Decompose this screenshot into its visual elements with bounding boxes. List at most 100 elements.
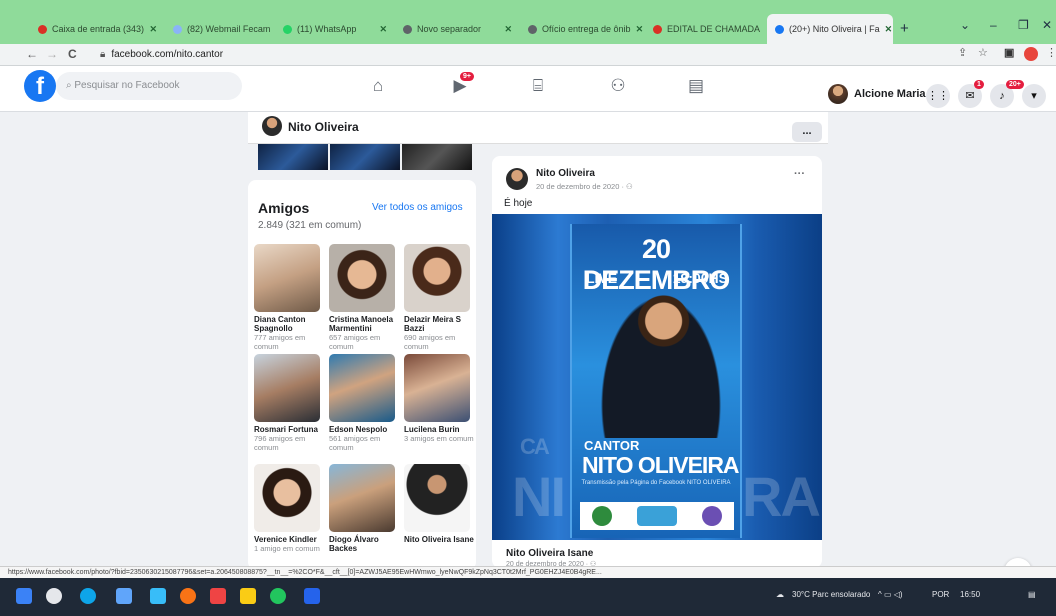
friend-photo[interactable] [329, 354, 395, 422]
facebook-logo[interactable]: f [24, 70, 56, 102]
friend-name[interactable]: Nito Oliveira Isane [404, 535, 474, 544]
post-image[interactable]: NI RA CA 20 DEZEMBRO LIVE 19:00HS CANTOR… [492, 214, 822, 540]
tab-webmail[interactable]: (82) Webmail Fecam✕ [165, 14, 275, 44]
groups-icon[interactable]: ⚇ [604, 76, 632, 100]
menu-icon[interactable]: ⋮ [1046, 46, 1056, 59]
friend-name[interactable]: Lucilena Burin [404, 425, 474, 434]
friend-card[interactable]: Edson Nespolo 561 amigos em comum [329, 354, 399, 462]
tab-oficio[interactable]: Ofício entrega de ônib ✕ [520, 14, 645, 44]
reload-icon[interactable]: C [68, 47, 77, 61]
chrome-icon[interactable] [270, 588, 286, 604]
friend-photo[interactable] [404, 464, 470, 532]
friends-title[interactable]: Amigos [258, 200, 309, 216]
tab-new[interactable]: Novo separador ✕ [395, 14, 520, 44]
friend-mutual: 777 amigos em comum [254, 333, 306, 351]
post-date[interactable]: 20 de dezembro de 2020 · ⚇ [536, 182, 633, 191]
close-tab-icon[interactable]: ✕ [636, 24, 644, 35]
back-icon[interactable]: ← [26, 47, 38, 61]
close-tab-icon[interactable]: ✕ [379, 24, 387, 35]
poster-subtitle: Transmissão pela Página do Facebook NITO… [581, 480, 731, 486]
close-tab-icon[interactable]: ✕ [149, 24, 157, 35]
post-avatar[interactable] [506, 168, 528, 190]
address-bar-row: ← → C 🔒︎ facebook.com/nito.cantor ⇪ ☆ ▣ ⋮ [0, 44, 1056, 66]
globe-icon [403, 24, 412, 34]
menu-grid-icon[interactable]: ⋮⋮ [926, 84, 950, 108]
post-menu-button[interactable]: ··· [794, 168, 805, 180]
account-dropdown-icon[interactable]: ▾ [1022, 84, 1046, 108]
friend-photo[interactable] [404, 354, 470, 422]
word-icon[interactable] [304, 588, 320, 604]
see-all-friends-link[interactable]: Ver todos os amigos [372, 202, 463, 213]
close-tab-icon[interactable]: ✕ [504, 24, 512, 35]
friend-card[interactable]: Verenice Kindler 1 amigo em comum [254, 464, 324, 572]
clock[interactable]: 16:50 [960, 590, 980, 599]
star-icon[interactable]: ☆ [978, 46, 988, 59]
photo-thumb[interactable] [402, 144, 472, 170]
forward-icon[interactable]: → [46, 47, 58, 61]
friend-photo[interactable] [254, 244, 320, 312]
new-tab-button[interactable]: + [900, 20, 909, 37]
friend-card[interactable]: Diogo Álvaro Backes [329, 464, 399, 572]
mail-icon[interactable] [116, 588, 132, 604]
tab-facebook[interactable]: (20+) Nito Oliveira | Fa ✕ [767, 14, 893, 44]
friend-name[interactable]: Delazir Meira S Bazzi [404, 315, 474, 333]
sponsor-logo [636, 506, 677, 526]
friend-card[interactable]: Nito Oliveira Isane [404, 464, 474, 572]
tab-gmail[interactable]: Caixa de entrada (343) ✕ [30, 14, 165, 44]
friend-name[interactable]: Diogo Álvaro Backes [329, 535, 399, 553]
language-indicator[interactable]: POR [932, 590, 949, 599]
webmail-icon [173, 24, 182, 34]
firefox-icon[interactable] [180, 588, 196, 604]
post-author[interactable]: Nito Oliveira [536, 168, 595, 179]
friend-photo[interactable] [404, 244, 470, 312]
friend-photo[interactable] [329, 464, 395, 532]
tab-whatsapp[interactable]: (11) WhatsApp ✕ [275, 14, 395, 44]
tab-label: Ofício entrega de ônib [542, 24, 631, 34]
profile-name[interactable]: Nito Oliveira [288, 120, 359, 134]
friend-photo[interactable] [254, 354, 320, 422]
profile-icon[interactable] [1024, 47, 1038, 61]
weather-icon[interactable]: ☁ [776, 590, 784, 599]
marketplace-icon[interactable]: ⌸ [524, 76, 552, 100]
friend-card[interactable]: Cristina Manoela Marmentini 657 amigos em… [329, 244, 399, 352]
profile-button[interactable]: Alcione Maria [828, 84, 926, 104]
tab-edital[interactable]: EDITAL DE CHAMADA✕ [645, 14, 765, 44]
windows-start-icon[interactable] [16, 588, 32, 604]
friend-name[interactable]: Rosmari Fortuna [254, 425, 324, 434]
friend-name[interactable]: Verenice Kindler [254, 535, 324, 544]
tab-list-icon[interactable]: ⌄ [960, 18, 970, 32]
friend-name[interactable]: Edson Nespolo [329, 425, 399, 434]
photo-thumb[interactable] [258, 144, 328, 170]
next-post-author[interactable]: Nito Oliveira Isane [506, 548, 593, 559]
photo-thumb[interactable] [330, 144, 400, 170]
friend-photo[interactable] [254, 464, 320, 532]
share-icon[interactable]: ⇪ [958, 46, 967, 59]
home-icon[interactable]: ⌂ [364, 76, 392, 100]
photo-strip [258, 144, 472, 170]
close-window-icon[interactable]: ✕ [1042, 18, 1052, 32]
notification-center-icon[interactable]: ▤ [1028, 590, 1036, 599]
friend-name[interactable]: Cristina Manoela Marmentini [329, 315, 399, 333]
more-options-button[interactable]: ... [792, 122, 822, 142]
restore-icon[interactable]: ❐ [1018, 18, 1029, 32]
office-icon[interactable] [210, 588, 226, 604]
edge-icon[interactable] [80, 588, 96, 604]
gaming-icon[interactable]: ▤ [682, 76, 710, 100]
search-input[interactable]: ⌕ Pesquisar no Facebook [56, 72, 242, 100]
sponsor-logo [701, 506, 722, 526]
friend-card[interactable]: Lucilena Burin 3 amigos em comum [404, 354, 474, 462]
store-icon[interactable] [150, 588, 166, 604]
minimize-icon[interactable]: – [990, 18, 997, 32]
friend-card[interactable]: Diana Canton Spagnollo 777 amigos em comu… [254, 244, 324, 352]
weather-text[interactable]: 30°C Parc ensolarado [792, 590, 870, 599]
tray-icons[interactable]: ^ ▭ ◁) [878, 590, 903, 599]
friend-name[interactable]: Diana Canton Spagnollo [254, 315, 324, 333]
folder-icon[interactable] [240, 588, 256, 604]
url-field[interactable]: 🔒︎ facebook.com/nito.cantor [92, 47, 932, 63]
friend-card[interactable]: Rosmari Fortuna 796 amigos em comum [254, 354, 324, 462]
close-tab-icon[interactable]: ✕ [885, 24, 893, 35]
search-icon[interactable] [46, 588, 62, 604]
friend-card[interactable]: Delazir Meira S Bazzi 690 amigos em comum [404, 244, 474, 352]
friend-photo[interactable] [329, 244, 395, 312]
extensions-icon[interactable]: ▣ [1004, 46, 1014, 59]
